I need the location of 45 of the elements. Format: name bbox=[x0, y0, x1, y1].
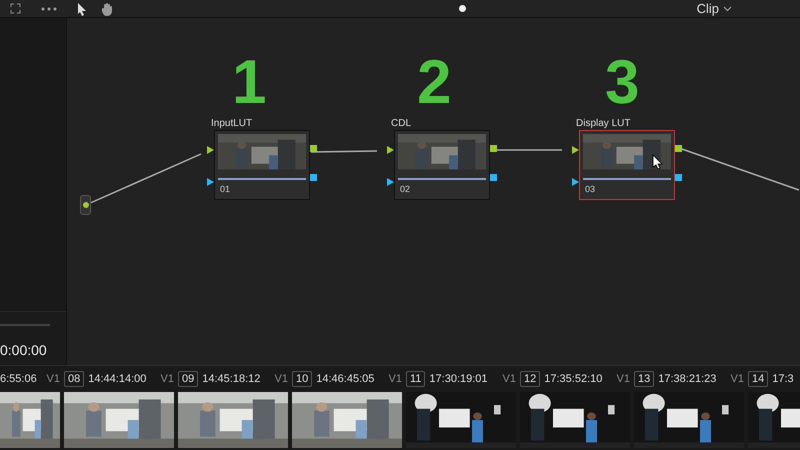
clip-number: 14 bbox=[748, 371, 768, 387]
node-label: InputLUT bbox=[211, 118, 254, 130]
clip-timecode: 17:3 bbox=[772, 372, 794, 387]
hand-icon[interactable] bbox=[101, 2, 114, 16]
node-card[interactable]: 02 bbox=[394, 130, 490, 200]
node-card[interactable]: 03 bbox=[579, 130, 675, 200]
node-card[interactable]: 01 bbox=[214, 130, 310, 200]
step-number: 1 bbox=[232, 52, 266, 114]
clip-number: 12 bbox=[520, 371, 540, 387]
clip-number: 10 bbox=[292, 371, 312, 387]
expand-icon[interactable] bbox=[10, 3, 21, 14]
clip-timecode: 14:45:18:12 bbox=[202, 372, 260, 387]
step-number: 2 bbox=[417, 52, 452, 114]
clip-timecode: 14:46:45:05 bbox=[316, 372, 374, 387]
clip-track: V1 bbox=[388, 372, 402, 387]
clip-timecode: 17:30:19:01 bbox=[429, 372, 488, 387]
clip-timecode: 17:35:52:10 bbox=[544, 372, 602, 387]
clip-timecode: 17:38:21:23 bbox=[658, 372, 716, 387]
clip-number: 09 bbox=[178, 371, 198, 387]
clip-number: 08 bbox=[64, 371, 84, 387]
clip-track: V1 bbox=[502, 372, 516, 387]
clip-dropdown[interactable]: Clip bbox=[696, 0, 732, 18]
node-label: Display LUT bbox=[576, 118, 632, 130]
cursor-icon bbox=[652, 154, 663, 169]
connection-line bbox=[310, 150, 378, 153]
clip-number: 11 bbox=[406, 371, 426, 387]
input-node[interactable] bbox=[80, 195, 91, 215]
timecode: 0:00:00 bbox=[0, 341, 48, 360]
clip-timecode: 14:44:14:00 bbox=[88, 372, 146, 387]
chevron-icon bbox=[723, 6, 732, 12]
step-number: 3 bbox=[605, 52, 640, 114]
port-icon bbox=[82, 202, 88, 208]
clip-number: 13 bbox=[634, 371, 654, 387]
node-number: 02 bbox=[400, 182, 412, 196]
pointer-icon[interactable] bbox=[77, 2, 87, 16]
clip-track: V1 bbox=[730, 372, 744, 387]
clip-track: V1 bbox=[616, 372, 630, 387]
clip-track: V1 bbox=[160, 372, 174, 387]
node-number: 03 bbox=[585, 182, 596, 196]
node-number: 01 bbox=[220, 182, 232, 196]
clip-track: V1 bbox=[274, 372, 288, 387]
node-label: CDL bbox=[391, 118, 412, 130]
clip-timecode: 6:55:06 bbox=[0, 372, 37, 387]
clip-track: V1 bbox=[46, 372, 60, 387]
more-icon[interactable] bbox=[41, 6, 57, 10]
